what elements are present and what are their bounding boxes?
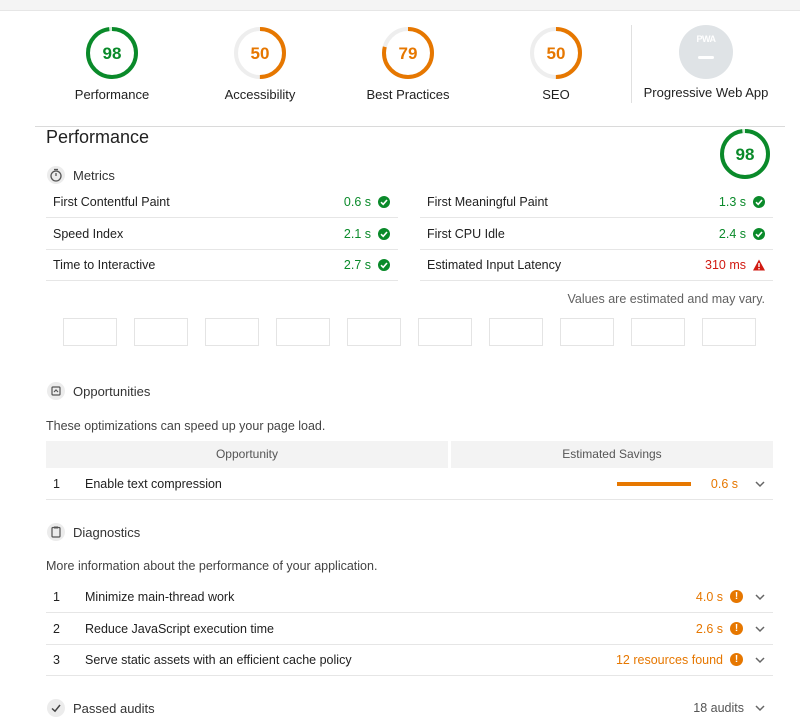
gauge-seo[interactable]: 50 SEO <box>482 25 630 102</box>
best-practices-score: 79 <box>399 44 418 63</box>
info-icon: ! <box>730 653 743 666</box>
filmstrip-frame <box>205 318 259 346</box>
filmstrip-frame <box>702 318 756 346</box>
seo-score-ring: 50 <box>530 27 582 79</box>
passed-audits-label: Passed audits <box>73 700 155 716</box>
performance-big-score: 98 <box>736 145 755 164</box>
row-title: Enable text compression <box>85 476 222 491</box>
performance-label: Performance <box>74 87 150 102</box>
seo-label: SEO <box>542 87 570 102</box>
filmstrip-frame <box>276 318 330 346</box>
diagnostic-row[interactable]: 1 Minimize main-thread work 4.0 s ! <box>46 581 773 613</box>
gauge-pwa[interactable]: PWA Progressive Web App <box>632 25 780 100</box>
gauge-best-practices[interactable]: 79 Best Practices <box>334 25 482 102</box>
metric-estimated-input-latency: Estimated Input Latency 310 ms <box>420 250 773 281</box>
check-circle-icon <box>378 259 390 271</box>
diagnostics-description: More information about the performance o… <box>46 559 378 573</box>
pwa-badge-text: PWA <box>696 34 716 44</box>
checkmark-icon <box>47 699 65 717</box>
row-value: 12 resources found <box>615 652 723 667</box>
chevron-down-icon[interactable] <box>752 476 768 492</box>
check-circle-icon <box>378 196 390 208</box>
filmstrip-frame <box>418 318 472 346</box>
warning-triangle-icon <box>753 259 765 271</box>
opportunity-icon <box>47 382 65 400</box>
row-value: 4.0 s <box>695 589 723 604</box>
gauge-performance[interactable]: 98 Performance <box>38 25 186 102</box>
performance-big-gauge: 98 <box>718 127 772 186</box>
metric-speed-index: Speed Index 2.1 s <box>46 219 398 250</box>
diagnostic-row[interactable]: 3 Serve static assets with an efficient … <box>46 644 773 676</box>
filmstrip-frame <box>134 318 188 346</box>
check-circle-icon <box>378 228 390 240</box>
metric-first-cpu-idle: First CPU Idle 2.4 s <box>420 219 773 250</box>
accessibility-score: 50 <box>251 44 270 63</box>
info-icon: ! <box>730 590 743 603</box>
section-title: Performance <box>46 127 150 147</box>
opportunities-table-header: Opportunity Estimated Savings <box>46 441 773 468</box>
col-opportunity: Opportunity <box>46 441 448 468</box>
metric-value: 2.1 s <box>343 227 371 241</box>
chevron-down-icon[interactable] <box>752 652 768 668</box>
diagnostics-header: Diagnostics <box>46 522 140 542</box>
metric-value: 310 ms <box>705 258 746 272</box>
pwa-badge-icon: PWA <box>679 25 733 79</box>
pwa-badge-bar <box>698 56 714 59</box>
passed-audits-count: 18 audits <box>693 701 744 715</box>
filmstrip-frame <box>489 318 543 346</box>
check-circle-icon <box>753 196 765 208</box>
metrics-header: Metrics <box>46 165 115 185</box>
gauge-accessibility[interactable]: 50 Accessibility <box>186 25 334 102</box>
row-title: Serve static assets with an efficient ca… <box>85 652 352 667</box>
metric-first-contentful-paint: First Contentful Paint 0.6 s <box>46 187 398 218</box>
filmstrip-frame <box>347 318 401 346</box>
col-estimated-savings: Estimated Savings <box>451 441 773 468</box>
row-title: Reduce JavaScript execution time <box>85 621 274 636</box>
metric-first-meaningful-paint: First Meaningful Paint 1.3 s <box>420 187 773 218</box>
opportunities-description: These optimizations can speed up your pa… <box>46 419 326 433</box>
accessibility-score-ring: 50 <box>234 27 286 79</box>
filmstrip-frame <box>631 318 685 346</box>
chevron-down-icon[interactable] <box>752 621 768 637</box>
category-gauges: 98 Performance 50 Accessibility 79 Best … <box>0 25 800 115</box>
row-number: 3 <box>53 652 60 667</box>
passed-audits-row[interactable]: Passed audits 18 audits <box>46 697 773 719</box>
metric-value: 0.6 s <box>343 195 371 209</box>
top-toolbar-band <box>0 0 800 11</box>
row-value: 0.6 s <box>710 476 738 491</box>
metric-value: 2.4 s <box>718 227 746 241</box>
stopwatch-icon <box>47 166 65 184</box>
filmstrip-frame <box>63 318 117 346</box>
metric-time-to-interactive: Time to Interactive 2.7 s <box>46 250 398 281</box>
estimate-note: Values are estimated and may vary. <box>567 292 765 306</box>
seo-score: 50 <box>547 44 566 63</box>
clipboard-icon <box>47 523 65 541</box>
performance-big-ring: 98 <box>720 129 770 179</box>
chevron-down-icon[interactable] <box>752 700 768 716</box>
opportunities-label: Opportunities <box>73 383 151 399</box>
performance-score-ring: 98 <box>86 27 138 79</box>
diagnostics-label: Diagnostics <box>73 524 141 540</box>
check-circle-icon <box>753 228 765 240</box>
savings-bar <box>616 481 691 486</box>
info-icon: ! <box>730 622 743 635</box>
pwa-label: Progressive Web App <box>643 85 769 100</box>
filmstrip-frame <box>560 318 614 346</box>
row-number: 1 <box>53 589 60 604</box>
metric-value: 2.7 s <box>343 258 371 272</box>
accessibility-label: Accessibility <box>224 87 296 102</box>
best-practices-score-ring: 79 <box>382 27 434 79</box>
row-title: Minimize main-thread work <box>85 589 235 604</box>
opportunity-row[interactable]: 1 Enable text compression 0.6 s <box>46 468 773 500</box>
row-number: 2 <box>53 621 60 636</box>
performance-score: 98 <box>103 44 122 63</box>
row-number: 1 <box>53 476 60 491</box>
metric-value: 1.3 s <box>718 195 746 209</box>
chevron-down-icon[interactable] <box>752 589 768 605</box>
best-practices-label: Best Practices <box>366 87 450 102</box>
opportunities-header: Opportunities <box>46 381 150 401</box>
diagnostic-row[interactable]: 2 Reduce JavaScript execution time 2.6 s… <box>46 613 773 645</box>
row-value: 2.6 s <box>695 621 723 636</box>
metrics-label: Metrics <box>73 167 115 183</box>
